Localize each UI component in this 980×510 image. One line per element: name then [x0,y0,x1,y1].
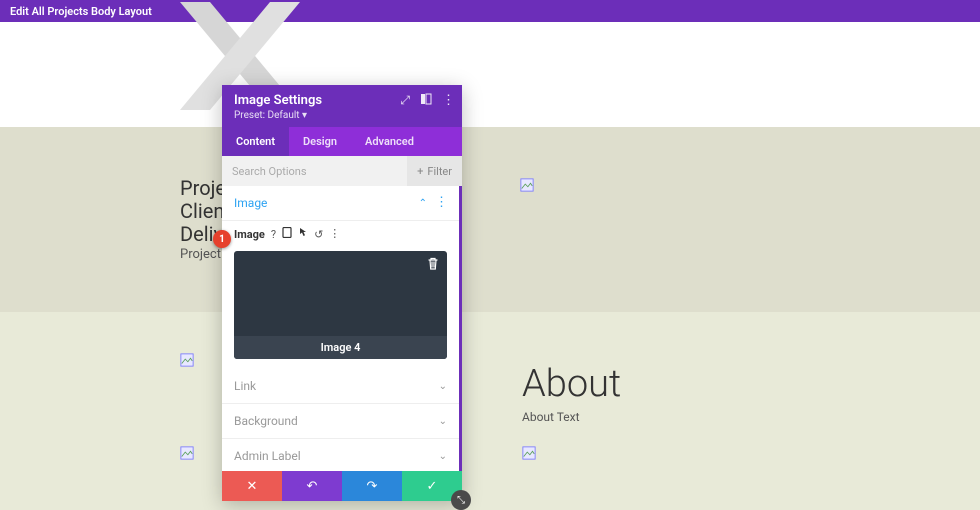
page-canvas: Projec Client Delive Project I About Abo… [0,22,980,505]
broken-image-icon [522,445,536,459]
broken-image-icon [520,177,534,191]
hover-icon[interactable] [298,227,308,241]
tablet-icon[interactable] [282,227,292,241]
resize-handle[interactable]: ⤡ [451,490,471,510]
chevron-down-icon: ⌄ [439,451,447,462]
broken-image-icon [180,445,194,459]
chevron-down-icon: ▾ [302,110,307,121]
section-admin-label: Admin Label [234,449,301,463]
chevron-up-icon: ⌃ [419,198,427,209]
tab-content[interactable]: Content [222,127,289,156]
top-bar: Edit All Projects Body Layout [0,0,980,22]
tab-design[interactable]: Design [289,127,351,156]
trash-icon[interactable] [427,257,439,274]
filter-button[interactable]: + Filter [407,156,462,186]
help-icon[interactable]: ? [271,228,276,241]
section-image-header[interactable]: Image ⌃ ⋮ [222,186,459,221]
kebab-menu-icon[interactable]: ⋮ [442,98,454,103]
bg-band [0,127,980,312]
tab-advanced[interactable]: Advanced [351,127,428,156]
redo-button[interactable]: ↷ [342,471,402,501]
plus-icon: + [417,165,423,178]
cancel-button[interactable]: ✕ [222,471,282,501]
section-admin-header[interactable]: Admin Label ⌄ [222,439,459,471]
snap-icon[interactable] [420,93,432,108]
section-background-header[interactable]: Background ⌄ [222,404,459,439]
step-badge: 1 [213,230,231,248]
chevron-down-icon: ⌄ [439,416,447,427]
expand-icon[interactable]: ⤢ [400,93,410,108]
chevron-down-icon: ⌄ [439,381,447,392]
preset-label: Preset: Default [234,110,302,121]
broken-image-icon [180,352,194,366]
image-settings-modal: 1 Image Settings Preset: Default ▾ ⤢ ⋮ C… [222,85,462,501]
section-link-header[interactable]: Link ⌄ [222,369,459,404]
modal-header-actions: ⤢ ⋮ [400,93,454,108]
kebab-menu-icon[interactable]: ⋮ [435,200,447,205]
image-preview[interactable]: Image 4 [234,251,447,359]
image-caption: Image 4 [234,336,447,359]
about-sub: About Text [522,410,580,424]
modal-header[interactable]: Image Settings Preset: Default ▾ ⤢ ⋮ [222,85,462,127]
image-field-label: Image [234,228,265,241]
modal-footer: ✕ ↶ ↷ ✓ [222,471,462,501]
section-image-label: Image [234,196,267,210]
search-row: Search Options + Filter [222,156,462,186]
bg-white [0,22,980,127]
section-link-label: Link [234,379,256,393]
filter-label: Filter [427,165,452,178]
image-field-row: Image ? ↺ ⋮ [222,221,459,245]
search-input[interactable]: Search Options [222,165,407,178]
reset-icon[interactable]: ↺ [314,228,323,241]
modal-body: Image ⌃ ⋮ Image ? ↺ ⋮ [222,186,462,471]
project-sub: Project I [180,247,228,262]
about-heading: About [522,362,621,406]
modal-preset[interactable]: Preset: Default ▾ [234,110,450,121]
modal-tabs: Content Design Advanced [222,127,462,156]
kebab-menu-icon[interactable]: ⋮ [329,232,339,236]
image-field-label-row: Image ? ↺ ⋮ [234,227,447,241]
undo-button[interactable]: ↶ [282,471,342,501]
top-bar-title: Edit All Projects Body Layout [10,5,152,18]
section-background-label: Background [234,414,298,428]
